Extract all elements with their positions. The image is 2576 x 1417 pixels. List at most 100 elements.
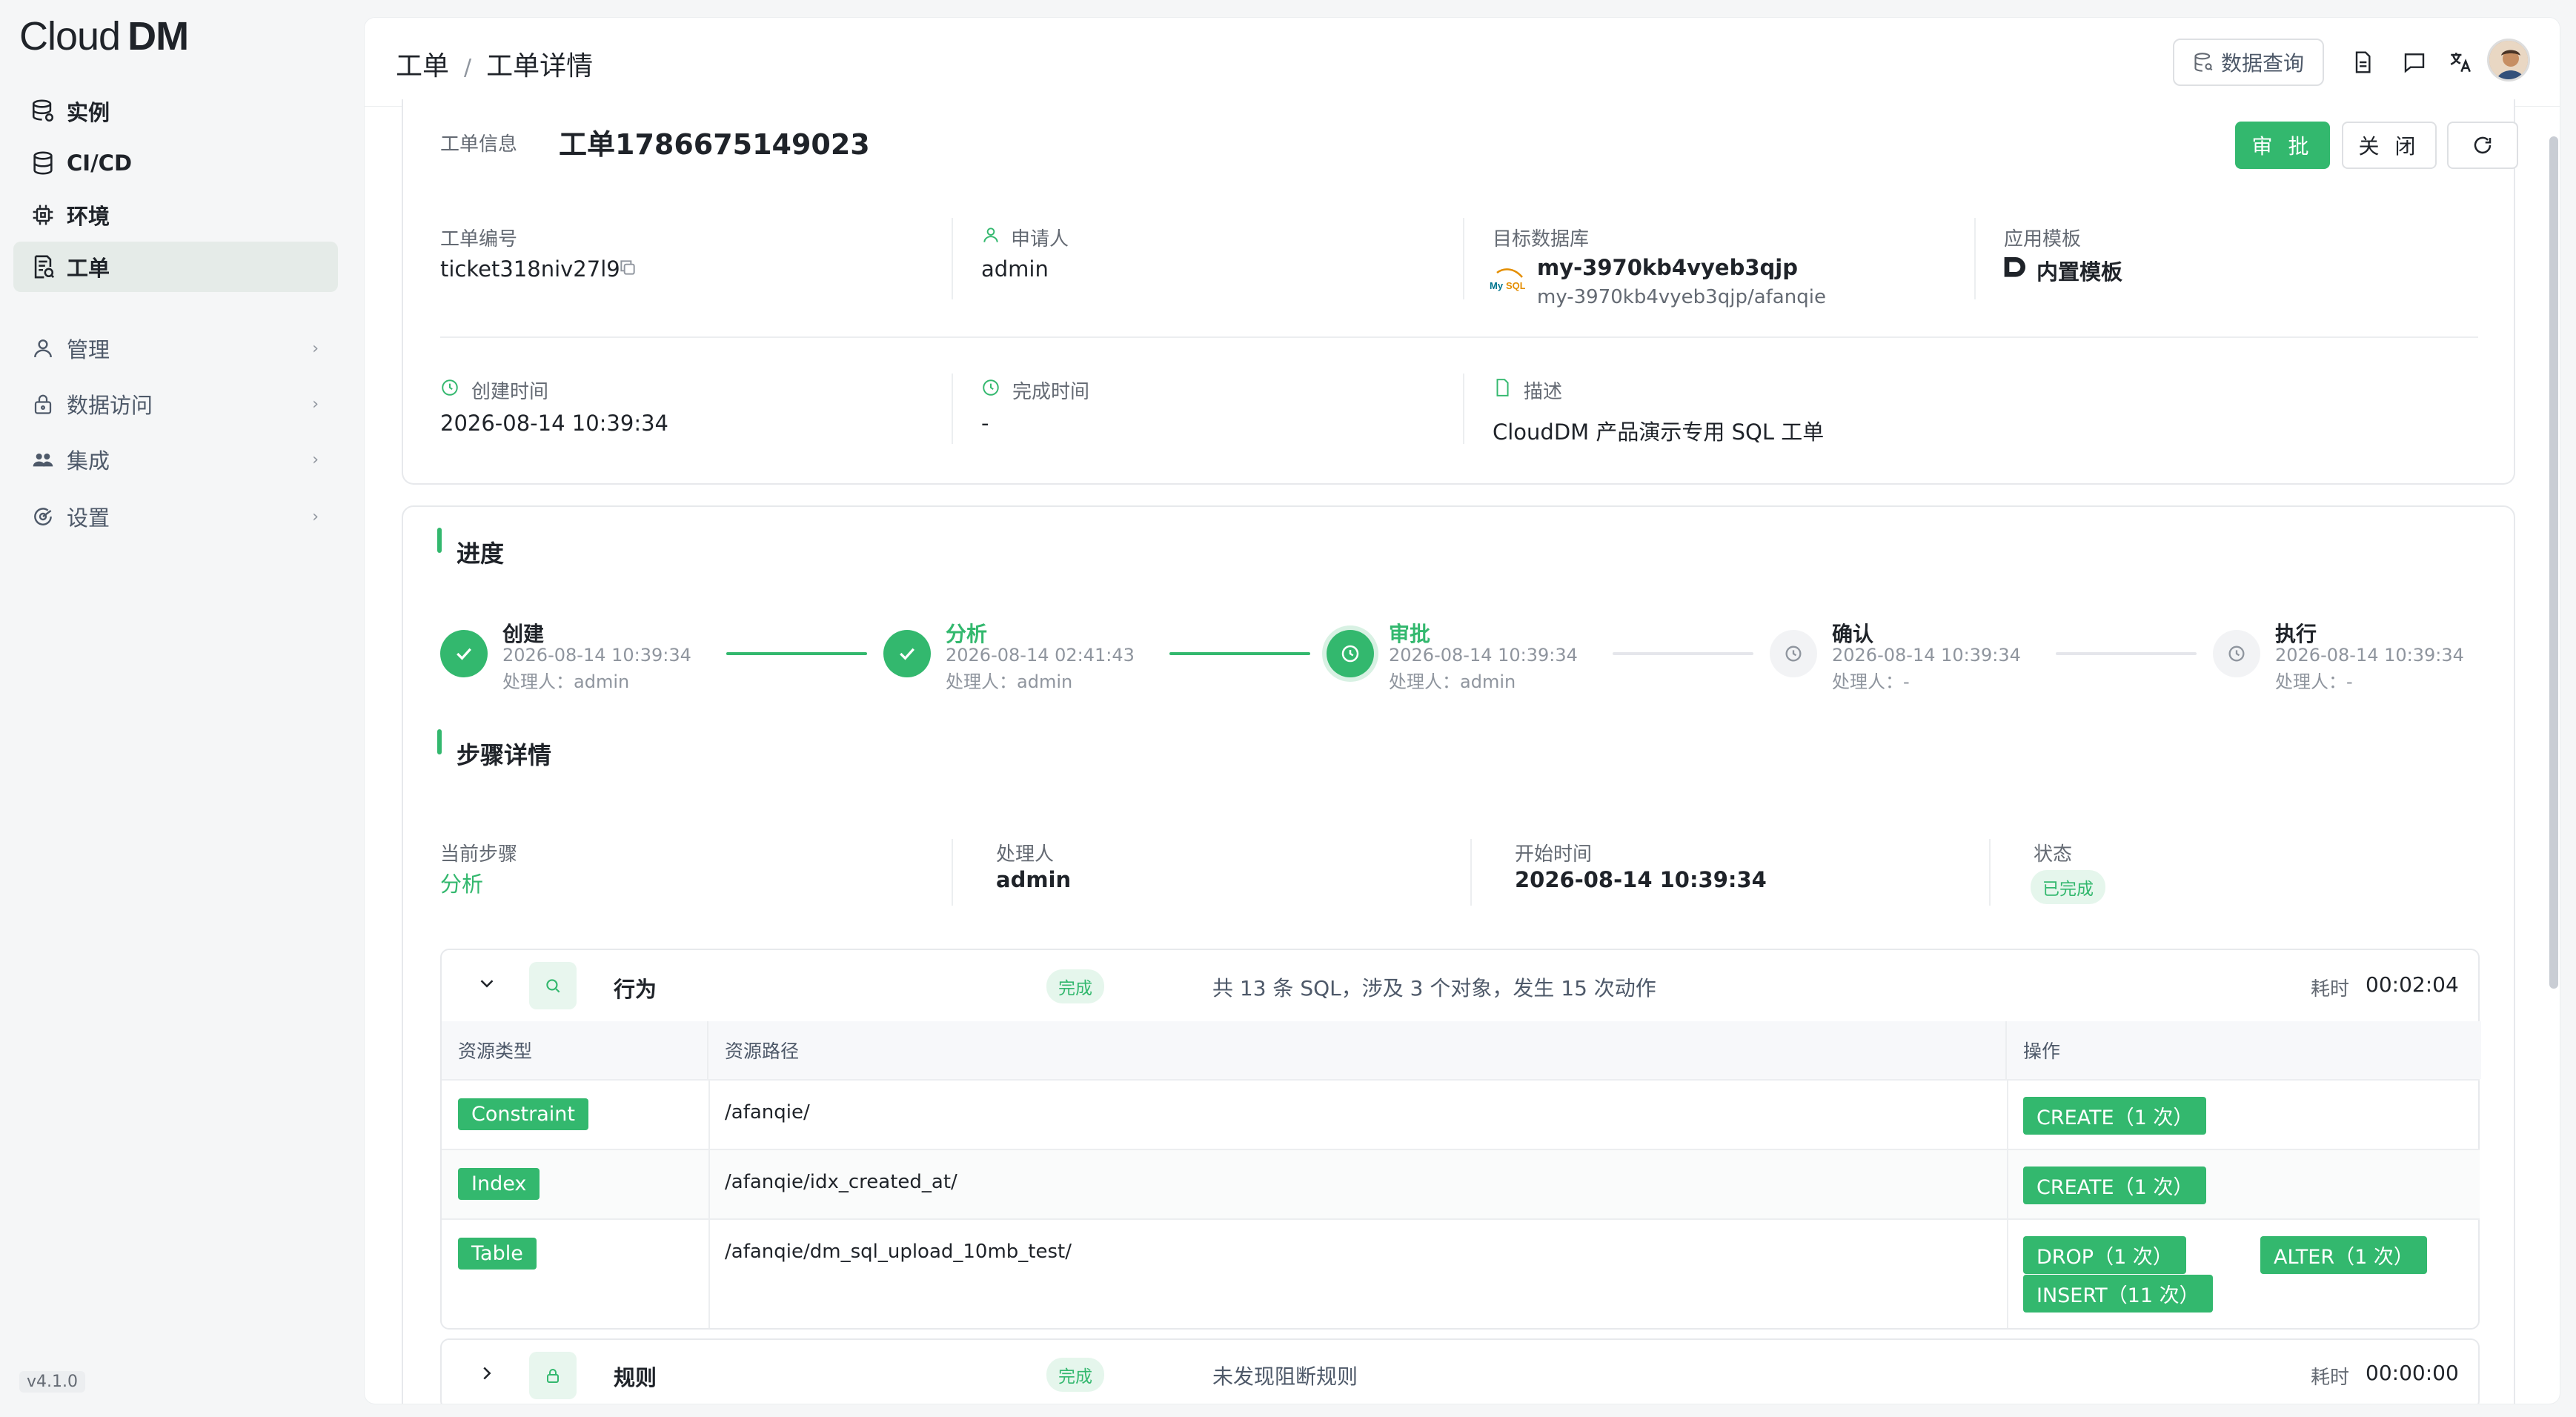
step-name: 分析 [946,622,988,646]
desc-value: CloudDM 产品演示专用 SQL 工单 [1493,419,1825,445]
clock-icon [981,378,1000,400]
main-panel: 工单 / 工单详情 数据查询 工单信息 工单1786675149023 审 批 关 … [365,18,2560,1404]
step-connector [2056,652,2197,655]
copy-icon[interactable] [618,258,637,280]
progress-title: 进度 [457,540,505,568]
file-icon [1493,378,1512,400]
refresh-icon [2474,136,2492,154]
breadcrumb-current: 工单详情 [486,51,594,82]
status-badge: 已完成 [2031,870,2105,904]
divider [1974,218,1976,299]
sidebar-item-management[interactable]: 管理 › [13,323,338,374]
document-icon[interactable] [2346,46,2379,79]
template-label: 应用模板 [2004,228,2082,250]
approve-button[interactable]: 审 批 [2235,122,2330,169]
finished-value: - [981,411,989,436]
resource-type-tag: Constraint [458,1098,588,1130]
step-name: 创建 [502,622,545,646]
divider [952,218,953,299]
operation-tag: CREATE（1 次） [2023,1167,2207,1204]
template-value: 内置模板 [2036,259,2123,285]
svg-text:My: My [1490,280,1504,291]
rules-name: 规则 [614,1365,657,1390]
data-query-button[interactable]: 数据查询 [2173,39,2324,86]
chat-icon[interactable] [2398,46,2431,79]
database-icon [2194,53,2213,72]
rules-panel-header[interactable]: 规则 完成 未发现阻断规则 耗时 00:00:00 [442,1340,2478,1404]
step-current-icon [1327,630,1374,677]
step-handler: 处理人：- [2275,671,2353,692]
ticket-number: ticket318niv27l9 [440,256,620,282]
sidebar-item-label: 环境 [67,204,110,229]
resource-type-tag: Index [458,1168,540,1200]
avatar[interactable] [2487,39,2530,82]
logo-text-cloud: Cloud [19,14,121,59]
start-time-label: 开始时间 [1515,843,1593,866]
elapsed-value: 00:00:00 [2366,1361,2459,1385]
sidebar-item-label: 数据访问 [67,393,153,418]
current-step-label: 当前步骤 [440,843,518,866]
lock-icon [28,389,58,419]
database-icon [28,148,58,178]
step-time: 2026-08-14 10:39:34 [2275,645,2464,666]
sidebar-item-data-access[interactable]: 数据访问 › [13,379,338,429]
section-accent-bar [437,528,442,553]
translate-icon[interactable] [2444,46,2477,79]
resource-path: /afanqie/ [725,1101,810,1124]
progress-card: 进度 创建 2026-08-14 10:39:34 处理人：admin 分析 2… [402,505,2515,1404]
behavior-name: 行为 [614,977,657,1002]
chevron-down-icon[interactable] [476,972,498,998]
refresh-button[interactable] [2447,122,2518,169]
step-name: 确认 [1832,622,1874,646]
ticket-title: 工单1786675149023 [559,128,870,161]
table-row: Constraint /afanqie/ CREATE（1 次） [442,1079,2480,1149]
sidebar-item-tickets[interactable]: 工单 [13,242,338,292]
sidebar-item-integration[interactable]: 集成 › [13,434,338,485]
handler-value: admin [996,867,1072,892]
step-connector [726,652,867,655]
sidebar-item-label: 实例 [67,100,110,125]
target-db-value[interactable]: my-3970kb4vyeb3qjp [1537,255,1798,280]
sidebar-item-instances[interactable]: 实例 [13,86,338,136]
table-row: Table /afanqie/dm_sql_upload_10mb_test/ … [442,1218,2480,1328]
close-button[interactable]: 关 闭 [2342,122,2437,169]
divider [1989,839,1991,906]
start-time-value: 2026-08-14 10:39:34 [1515,867,1767,892]
clock-icon [440,378,459,400]
applicant-label: 申请人 [1011,228,1069,250]
users-icon [28,445,58,474]
step-pending-icon [2213,630,2260,677]
current-step-value: 分析 [440,872,484,897]
step-handler: 处理人：admin [502,671,630,692]
template-logo-icon [1999,253,2029,286]
chevron-right-icon[interactable] [476,1362,498,1387]
user-icon [981,225,1000,248]
step-time: 2026-08-14 10:39:34 [502,645,691,666]
operation-text: ALTER（1 次） [2260,1236,2427,1274]
behavior-panel-header[interactable]: 行为 完成 共 13 条 SQL，涉及 3 个对象，发生 15 次动作 耗时 0… [442,950,2478,1021]
elapsed-value: 00:02:04 [2366,972,2459,997]
chip-icon [28,200,58,230]
version-badge: v4.1.0 [19,1371,85,1393]
operation-tag: DROP（1 次） [2023,1236,2186,1274]
sidebar-item-label: 工单 [67,256,110,281]
mysql-logo-image: My SQL [1490,268,1526,291]
sidebar-item-environments[interactable]: 环境 [13,190,338,240]
step-connector [1169,652,1310,655]
column-header: 资源类型 [442,1021,708,1079]
app-logo[interactable]: Cloud DM [19,13,189,59]
sidebar-item-settings[interactable]: 设置 › [13,491,338,542]
breadcrumb-tickets[interactable]: 工单 [396,51,449,82]
resource-path: /afanqie/idx_created_at/ [725,1171,957,1193]
created-value: 2026-08-14 10:39:34 [440,411,668,436]
step-done-icon [883,630,931,677]
operation-tag: CREATE（1 次） [2023,1097,2207,1135]
handler-label: 处理人 [996,843,1055,866]
operation-tag: INSERT（11 次） [2023,1275,2213,1313]
desc-label: 描述 [1524,381,1563,403]
scrollbar[interactable] [2549,136,2558,989]
sidebar-item-cicd[interactable]: CI/CD [13,138,338,188]
resource-type-text: Index [458,1168,540,1200]
operation-tag: ALTER（1 次） [2260,1236,2427,1274]
resource-type-text: Table [458,1238,537,1270]
